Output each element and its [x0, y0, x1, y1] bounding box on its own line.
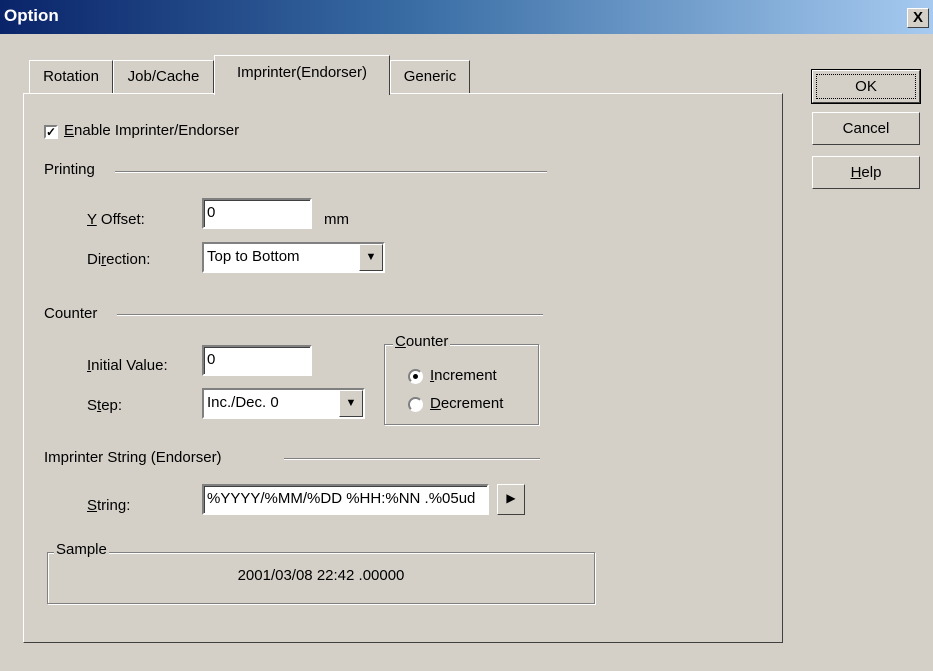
printing-separator: [115, 171, 547, 173]
option-dialog: Option X Rotation Job/Cache Imprinter(En…: [0, 0, 933, 671]
imprinter-string-section-title: Imprinter String (Endorser): [44, 449, 222, 466]
enable-imprinter-checkbox[interactable]: ✓: [44, 125, 58, 139]
string-label: String:: [87, 497, 131, 514]
radio-selected-dot: [413, 374, 418, 379]
y-offset-unit: mm: [324, 211, 349, 228]
imprinter-string-input[interactable]: %YYYY/%MM/%DD %HH:%NN .%05ud: [202, 484, 489, 515]
step-select[interactable]: Inc./Dec. 0 ▼: [202, 388, 365, 419]
counter-group-title: Counter: [393, 333, 451, 350]
direction-dropdown-button[interactable]: ▼: [359, 244, 383, 271]
y-offset-input[interactable]: 0: [202, 198, 312, 229]
y-offset-label: Y Offset:: [87, 211, 145, 228]
counter-direction-group: [384, 344, 539, 425]
direction-label: Direction:: [87, 251, 151, 268]
checkmark-icon: ✓: [46, 125, 57, 139]
enable-imprinter-label[interactable]: Enable Imprinter/Endorser: [64, 122, 239, 139]
printing-section-title: Printing: [44, 161, 95, 178]
sample-group-title: Sample: [54, 541, 109, 558]
insert-format-button[interactable]: ▶: [497, 484, 525, 515]
direction-select[interactable]: Top to Bottom ▼: [202, 242, 385, 273]
counter-section-title: Counter: [44, 305, 98, 322]
decrement-label[interactable]: Decrement: [430, 395, 503, 412]
initial-value-label: Initial Value:: [87, 357, 168, 374]
imprinter-separator: [284, 458, 540, 460]
direction-value: Top to Bottom: [207, 248, 300, 265]
chevron-down-icon: ▼: [365, 251, 377, 263]
step-dropdown-button[interactable]: ▼: [339, 390, 363, 417]
increment-label[interactable]: Increment: [430, 367, 497, 384]
sample-value: 2001/03/08 22:42 .00000: [237, 567, 405, 584]
step-value: Inc./Dec. 0: [207, 394, 279, 411]
decrement-radio[interactable]: [408, 397, 423, 412]
increment-radio[interactable]: [408, 369, 423, 384]
counter-separator: [117, 314, 543, 316]
initial-value-input[interactable]: 0: [202, 345, 312, 376]
panel-content: ✓ Enable Imprinter/Endorser Printing Y O…: [0, 0, 933, 671]
arrow-right-icon: ▶: [506, 491, 516, 505]
step-label: Step:: [87, 397, 123, 414]
chevron-down-icon: ▼: [345, 397, 357, 409]
